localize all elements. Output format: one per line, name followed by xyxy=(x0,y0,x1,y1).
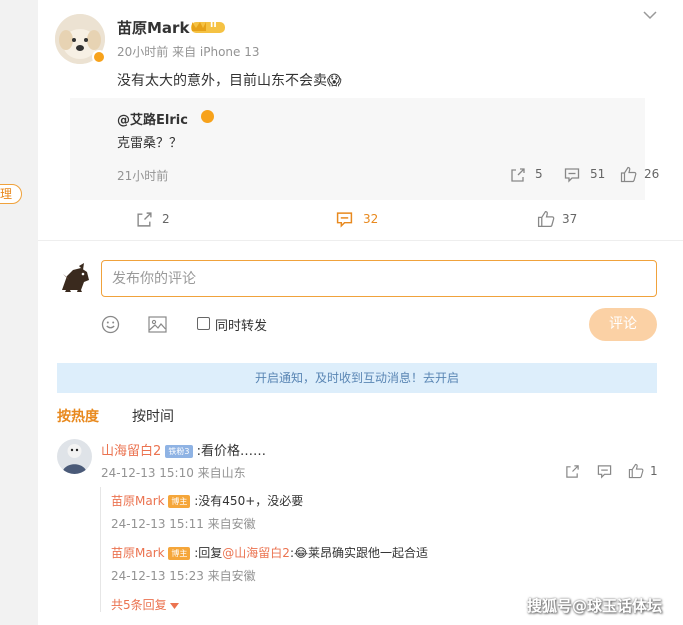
tab-sort-hot[interactable]: 按热度 xyxy=(57,406,99,426)
submit-comment-button[interactable]: 评论 xyxy=(589,308,657,341)
fan-badge-label: 铁粉3 xyxy=(168,447,190,456)
author-badge-label: 博主 xyxy=(171,497,188,506)
more-replies-link[interactable]: 共5条回复 xyxy=(111,596,180,613)
action-divider xyxy=(38,240,683,241)
quoted-comment-icon[interactable] xyxy=(564,167,580,183)
reply-meta: 24-12-13 15:23 来自安徽 xyxy=(111,569,256,583)
quoted-text: 克雷桑？？ xyxy=(117,136,183,151)
post-meta: 20小时前 来自 iPhone 13 xyxy=(117,45,260,59)
quoted-share-count: 5 xyxy=(535,167,543,181)
quoted-verified-icon xyxy=(201,110,214,123)
laugh-emoji: 😂 xyxy=(293,546,309,560)
replies-thread-line xyxy=(100,487,101,612)
comment-input-box[interactable] xyxy=(101,260,657,297)
author-badge: 博主 xyxy=(168,547,191,560)
verified-badge-icon xyxy=(92,50,106,64)
comment-input[interactable] xyxy=(102,261,656,296)
scream-emoji: 😱 xyxy=(327,73,342,89)
vip-badge: II xyxy=(190,19,226,34)
quoted-time: 21小时前 xyxy=(117,169,169,183)
comment-reply-icon[interactable] xyxy=(597,464,612,479)
image-icon[interactable] xyxy=(148,316,167,333)
comment-share-icon[interactable] xyxy=(565,464,580,479)
comment-text: :看价格…… xyxy=(196,444,267,459)
vip-badge-label: II xyxy=(210,20,217,30)
reply-item: 苗原Mark 博主 :回复@山海留白2:😂莱昂确实跟他一起合适 xyxy=(111,544,428,561)
post-author-name[interactable]: 苗原Mark xyxy=(117,17,189,38)
like-icon[interactable] xyxy=(537,210,555,228)
comment-like-icon[interactable] xyxy=(628,463,644,479)
comment-like-count: 1 xyxy=(650,464,658,478)
quoted-comment-count: 51 xyxy=(590,167,606,181)
chevron-down-icon[interactable] xyxy=(643,10,657,20)
comment-count[interactable]: 32 xyxy=(363,212,378,226)
reply-item: 苗原Mark 博主 :没有450+，没必要 xyxy=(111,492,303,509)
comment-meta: 24-12-13 15:10 来自山东 xyxy=(101,466,246,480)
comment-icon-active[interactable] xyxy=(336,211,353,228)
post-text-content: 没有太大的意外，目前山东不会卖 xyxy=(117,73,327,89)
comment-author: 山海留白2 铁粉3 :看价格…… xyxy=(101,440,266,459)
emoji-icon[interactable] xyxy=(101,315,120,334)
reply-mention[interactable]: @山海留白2 xyxy=(222,546,290,560)
repost-label[interactable]: 同时转发 xyxy=(215,315,267,334)
reply-author-name[interactable]: 苗原Mark xyxy=(111,494,165,508)
share-count[interactable]: 2 xyxy=(162,212,170,226)
fan-badge: 铁粉3 xyxy=(165,445,193,458)
quoted-like-icon[interactable] xyxy=(620,166,637,183)
side-manage-pill[interactable]: 理 xyxy=(0,184,22,204)
current-user-avatar[interactable] xyxy=(59,262,92,295)
reply-prefix: :回复 xyxy=(194,546,223,560)
quoted-like-count: 26 xyxy=(644,167,660,181)
watermark: 搜狐号@球玉话体坛 xyxy=(527,597,663,615)
reply-text: :没有450+，没必要 xyxy=(194,494,304,508)
tab-sort-time[interactable]: 按时间 xyxy=(132,406,174,426)
author-badge-label: 博主 xyxy=(171,549,188,558)
reply-text: 莱昂确实跟他一起合适 xyxy=(308,546,429,560)
quoted-share-icon[interactable] xyxy=(510,167,526,183)
share-icon[interactable] xyxy=(136,211,153,228)
comment-author-name[interactable]: 山海留白2 xyxy=(101,444,161,459)
reply-author-name[interactable]: 苗原Mark xyxy=(111,546,165,560)
notification-notice[interactable]: 开启通知，及时收到互动消息！去开启 xyxy=(57,363,657,393)
commenter-avatar[interactable] xyxy=(57,439,92,474)
like-count[interactable]: 37 xyxy=(562,212,577,226)
quoted-author[interactable]: @艾路Elric xyxy=(117,109,188,128)
author-badge: 博主 xyxy=(168,495,191,508)
more-replies-label[interactable]: 共5条回复 xyxy=(111,598,167,612)
post-text: 没有太大的意外，目前山东不会卖😱 xyxy=(117,70,342,90)
repost-checkbox[interactable] xyxy=(197,317,210,330)
caret-down-icon[interactable] xyxy=(170,602,180,609)
reply-meta: 24-12-13 15:11 来自安徽 xyxy=(111,517,256,531)
